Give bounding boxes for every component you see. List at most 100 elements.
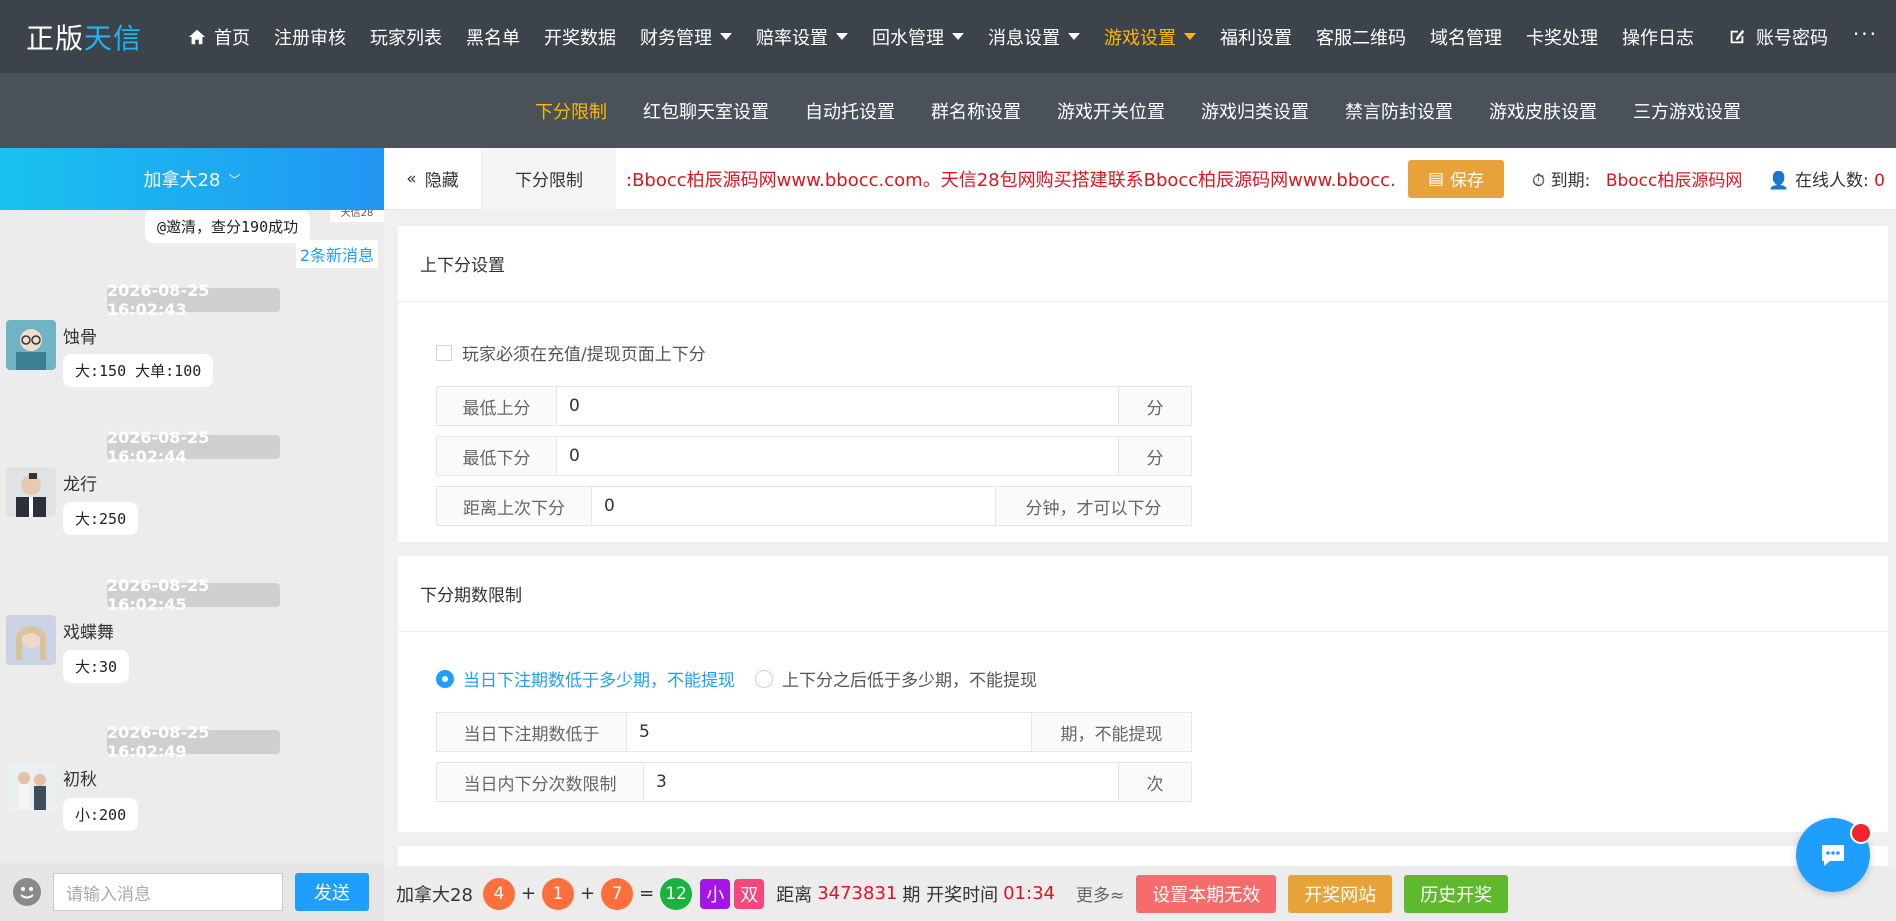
- withdraw-interval-input[interactable]: 0: [592, 487, 995, 525]
- require-page-checkbox-row[interactable]: 玩家必须在充值/提现页面上下分: [436, 340, 706, 365]
- nav-item-service-qr[interactable]: 客服二维码: [1304, 0, 1418, 73]
- expire-label: 到期:: [1550, 171, 1591, 191]
- message-timestamp: 2026-08-25 16:02:45: [107, 576, 280, 614]
- nav-item-finance[interactable]: 财务管理: [628, 0, 744, 73]
- chat-messages[interactable]: 天信28 @邀清，查分190成功 2条新消息 2026-08-25 16:02:…: [0, 210, 384, 862]
- message-timestamp: 2026-08-25 16:02:44: [107, 428, 280, 466]
- avatar-image: [6, 762, 56, 812]
- caret-down-icon: [720, 33, 732, 40]
- smile-icon: [20, 887, 34, 899]
- daily-bets-input[interactable]: 5: [627, 713, 1031, 751]
- field-suffix: 分: [1118, 387, 1191, 425]
- nav-item-game-settings[interactable]: 游戏设置: [1092, 0, 1208, 73]
- message-username: 蚀骨: [63, 328, 97, 348]
- floating-chat-button[interactable]: [1796, 818, 1872, 892]
- checkbox[interactable]: [436, 344, 452, 361]
- lottery-site-button[interactable]: 开奖网站: [1288, 874, 1393, 913]
- card-title: 下分期数限制: [398, 556, 1888, 632]
- period-limit-radio-group: 当日下注期数低于多少期，不能提现 上下分之后低于多少期，不能提现: [436, 666, 1037, 691]
- card-next-section: [398, 846, 1888, 866]
- period-number: 3473831: [817, 883, 898, 904]
- daily-withdraw-count-input[interactable]: 3: [644, 763, 1118, 801]
- nav-label: 赔率设置: [756, 27, 828, 49]
- subnav-item-third-party[interactable]: 三方游戏设置: [1633, 98, 1741, 124]
- field-label: 当日内下分次数限制: [437, 763, 644, 801]
- min-deposit-input[interactable]: 0: [557, 387, 1118, 425]
- avatar[interactable]: [6, 467, 56, 517]
- nav-item-welfare[interactable]: 福利设置: [1208, 0, 1304, 73]
- radio-daily-bets[interactable]: [436, 669, 454, 688]
- card-title: 上下分设置: [398, 226, 1888, 302]
- avatar-image: [6, 615, 56, 665]
- size-tag: 小: [700, 878, 731, 909]
- radio-after-transfer[interactable]: [755, 669, 773, 688]
- timer-icon: ⏱: [1532, 171, 1546, 191]
- nav-item-rebate[interactable]: 回水管理: [860, 0, 976, 73]
- expire-value: Bbocc柏辰源码网: [1605, 171, 1743, 191]
- nav-item-domain[interactable]: 域名管理: [1418, 0, 1514, 73]
- nav-label: 消息设置: [988, 27, 1060, 49]
- new-messages-link[interactable]: 2条新消息: [295, 240, 378, 268]
- nav-item-home[interactable]: 首页: [176, 0, 262, 73]
- nav-item-operation-log[interactable]: 操作日志: [1610, 0, 1706, 73]
- nav-item-messages[interactable]: 消息设置: [976, 0, 1092, 73]
- online-count: 👤 在线人数: 0: [1768, 166, 1885, 191]
- subnav-item-game-skin[interactable]: 游戏皮肤设置: [1489, 98, 1597, 124]
- nav-item-blacklist[interactable]: 黑名单: [454, 0, 532, 73]
- subnav-item-mute-ban[interactable]: 禁言防封设置: [1345, 98, 1453, 124]
- nav-item-odds[interactable]: 赔率设置: [744, 0, 860, 73]
- field-suffix: 次: [1118, 763, 1191, 801]
- history-results-button[interactable]: 历史开奖: [1404, 874, 1509, 913]
- tab-withdraw-limit[interactable]: 下分限制: [482, 147, 616, 210]
- avatar[interactable]: [6, 762, 56, 812]
- invalidate-period-button[interactable]: 设置本期无效: [1136, 874, 1277, 913]
- card-withdraw-period-limit: 下分期数限制 当日下注期数低于多少期，不能提现 上下分之后低于多少期，不能提现 …: [398, 556, 1888, 832]
- sub-navbar: 下分限制 红包聊天室设置 自动托设置 群名称设置 游戏开关位置 游戏归类设置 禁…: [0, 73, 1896, 148]
- chat-bubble-icon: [1822, 845, 1844, 866]
- save-icon: ▤: [1427, 168, 1445, 189]
- nav-item-card-prize[interactable]: 卡奖处理: [1514, 0, 1610, 73]
- emoji-icon[interactable]: [13, 878, 41, 906]
- radio-label[interactable]: 当日下注期数低于多少期，不能提现: [463, 666, 735, 691]
- min-withdraw-input[interactable]: 0: [557, 437, 1118, 475]
- field-label: 最低下分: [437, 437, 557, 475]
- radio-label[interactable]: 上下分之后低于多少期，不能提现: [782, 666, 1037, 691]
- more-menu-icon[interactable]: ···: [1853, 22, 1878, 46]
- chat-room-selector[interactable]: 加拿大28 ﹀: [0, 148, 384, 210]
- save-button[interactable]: ▤ 保存: [1408, 159, 1504, 198]
- chat-input-bar: 请输入消息 发送: [0, 863, 384, 921]
- nav-item-register-review[interactable]: 注册审核: [262, 0, 358, 73]
- daily-bets-field: 当日下注期数低于 5 期，不能提现: [436, 712, 1192, 752]
- caret-down-icon: [836, 33, 848, 40]
- chat-logo-peek: 天信28: [330, 210, 384, 222]
- more-toggle[interactable]: 更多≈: [1076, 881, 1124, 906]
- plus-sign: +: [580, 883, 596, 904]
- avatar[interactable]: [6, 320, 56, 370]
- send-button[interactable]: 发送: [295, 873, 369, 911]
- subnav-item-redpacket-chat[interactable]: 红包聊天室设置: [643, 98, 769, 124]
- nav-item-account-password[interactable]: 账号密码: [1716, 0, 1840, 73]
- chat-message-input[interactable]: 请输入消息: [53, 873, 283, 911]
- home-icon: [188, 29, 206, 44]
- avatar-image: [6, 467, 56, 517]
- subnav-item-game-category[interactable]: 游戏归类设置: [1201, 98, 1309, 124]
- chat-bubble: 大:250: [63, 502, 139, 535]
- subnav-item-withdraw-limit[interactable]: 下分限制: [535, 98, 607, 124]
- main-content: 上下分设置 玩家必须在充值/提现页面上下分 最低上分 0 分 最低下分 0 分 …: [384, 210, 1896, 866]
- avatar[interactable]: [6, 615, 56, 665]
- nav-label: 福利设置: [1220, 27, 1292, 49]
- message-timestamp: 2026-08-25 16:02:49: [107, 723, 280, 761]
- subnav-item-group-name[interactable]: 群名称设置: [931, 98, 1021, 124]
- nav-label: 卡奖处理: [1526, 27, 1598, 49]
- app-logo[interactable]: 正版天信: [26, 17, 176, 57]
- hide-sidebar-button[interactable]: « 隐藏: [384, 147, 482, 210]
- nav-item-lottery-data[interactable]: 开奖数据: [532, 0, 628, 73]
- online-label: 在线人数:: [1794, 171, 1869, 191]
- nav-item-player-list[interactable]: 玩家列表: [358, 0, 454, 73]
- message-username: 龙行: [63, 475, 97, 495]
- subnav-item-auto-bot[interactable]: 自动托设置: [805, 98, 895, 124]
- announcement-marquee: :Bbocc柏辰源码网www.bbocc.com。天信28包网购买搭建联系Bbo…: [626, 169, 1396, 191]
- subnav-item-game-switch[interactable]: 游戏开关位置: [1057, 98, 1165, 124]
- field-suffix: 分钟，才可以下分: [995, 487, 1191, 525]
- chat-bubble: 小:200: [63, 798, 139, 831]
